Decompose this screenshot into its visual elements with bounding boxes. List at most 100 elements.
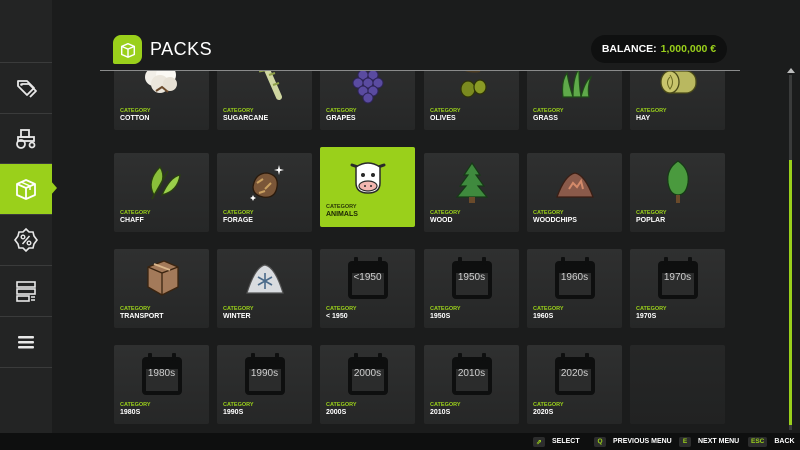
pack-tile[interactable]: 2020s CATEGORY 2020S	[527, 345, 622, 424]
calendar-text: 2010s	[457, 368, 486, 379]
category-label: CATEGORY	[533, 306, 564, 312]
tractor-icon	[16, 129, 36, 149]
category-label: CATEGORY	[533, 108, 564, 114]
select-button[interactable]: ⇗ SELECT	[533, 436, 580, 447]
previous-menu-button[interactable]: Q PREVIOUS MENU	[594, 436, 672, 447]
snowflake-icon	[217, 249, 312, 303]
active-indicator	[50, 180, 57, 196]
menu-icon	[18, 336, 34, 349]
next-menu-button[interactable]: E NEXT MENU	[679, 436, 739, 447]
pack-name: ANIMALS	[326, 211, 358, 218]
pack-tile[interactable]: 1970s CATEGORY 1970S	[630, 249, 725, 328]
pack-tile[interactable]: CATEGORY WOODCHIPS	[527, 153, 622, 232]
back-button[interactable]: ESC BACK	[748, 436, 795, 447]
pack-tile[interactable]: CATEGORY HAY	[630, 71, 725, 130]
woodchips-icon	[527, 153, 622, 207]
pack-tile[interactable]: CATEGORY WOOD	[424, 153, 519, 232]
cotton-icon	[114, 71, 209, 105]
category-label: CATEGORY	[223, 108, 254, 114]
back-key: ESC	[748, 436, 768, 447]
forage-icon	[217, 153, 312, 207]
sidebar-item-sales[interactable]	[0, 215, 52, 266]
footer-bar: ⇗ SELECT Q PREVIOUS MENU E NEXT MENU ESC…	[0, 433, 800, 450]
category-label: CATEGORY	[223, 402, 254, 408]
pack-name: OLIVES	[430, 115, 456, 122]
calendar-icon: 1970s	[630, 249, 725, 303]
pack-tile[interactable]: CATEGORY POPLAR	[630, 153, 725, 232]
pack-tile[interactable]: 1990s CATEGORY 1990S	[217, 345, 312, 424]
pack-name: SUGARCANE	[223, 115, 269, 122]
pack-name: 1970S	[636, 313, 657, 320]
scrollbar-thumb[interactable]	[789, 160, 792, 425]
balance-value: 1,000,000 €	[660, 43, 717, 55]
packs-header-icon	[113, 35, 142, 64]
hay-bale-icon	[630, 71, 725, 105]
pack-name: TRANSPORT	[120, 313, 164, 320]
category-label: CATEGORY	[223, 306, 254, 312]
calendar-icon: <1950	[320, 249, 415, 303]
grass-icon	[527, 71, 622, 105]
pack-tile-selected[interactable]: CATEGORY ANIMALS	[320, 147, 415, 230]
next-menu-key: E	[679, 436, 691, 447]
category-label: CATEGORY	[533, 210, 564, 216]
pack-name: 2000S	[326, 409, 347, 416]
pack-name: 2020S	[533, 409, 554, 416]
pack-tile[interactable]: CATEGORY WINTER	[217, 249, 312, 328]
sidebar-item-vehicles[interactable]	[0, 113, 52, 164]
pack-tile[interactable]: CATEGORY COTTON	[114, 71, 209, 130]
sidebar-item-packs[interactable]	[0, 164, 52, 215]
pack-name: GRAPES	[326, 115, 356, 122]
price-tags-icon	[17, 80, 37, 98]
cow-icon	[320, 147, 415, 201]
poplar-tree-icon	[630, 153, 725, 207]
calendar-text: 2000s	[353, 368, 382, 379]
pack-tile[interactable]: CATEGORY FORAGE	[217, 153, 312, 232]
previous-menu-label: PREVIOUS MENU	[613, 438, 672, 445]
sidebar-item-storage[interactable]	[0, 266, 52, 317]
calendar-text: 2020s	[560, 368, 589, 379]
pack-tile[interactable]: 1980s CATEGORY 1980S	[114, 345, 209, 424]
chaff-icon	[114, 153, 209, 207]
category-label: CATEGORY	[120, 402, 151, 408]
select-label: SELECT	[552, 438, 580, 445]
back-label: BACK	[774, 438, 795, 445]
pack-tile[interactable]: CATEGORY OLIVES	[424, 71, 519, 130]
packs-grid: CATEGORY COTTON CATEGORY SUGARCANE CATEG…	[100, 71, 780, 433]
category-label: CATEGORY	[326, 306, 357, 312]
pack-tile[interactable]: 1960s CATEGORY 1960S	[527, 249, 622, 328]
category-label: CATEGORY	[120, 210, 151, 216]
pack-tile[interactable]: 1950s CATEGORY 1950S	[424, 249, 519, 328]
pack-tile[interactable]: CATEGORY GRAPES	[320, 71, 415, 130]
pack-name: WOODCHIPS	[533, 217, 577, 224]
selection-indicator	[365, 227, 371, 230]
box-icon	[120, 42, 135, 58]
sidebar-item-prices[interactable]	[0, 62, 52, 114]
pack-name: COTTON	[120, 115, 150, 122]
pack-name: 2010S	[430, 409, 451, 416]
category-label: CATEGORY	[326, 204, 357, 210]
pine-tree-icon	[424, 153, 519, 207]
box-icon	[16, 179, 36, 200]
pack-tile[interactable]: CATEGORY CHAFF	[114, 153, 209, 232]
pack-tile[interactable]: CATEGORY GRASS	[527, 71, 622, 130]
category-label: CATEGORY	[636, 306, 667, 312]
pack-name: 1990S	[223, 409, 244, 416]
category-label: CATEGORY	[120, 306, 151, 312]
category-label: CATEGORY	[430, 210, 461, 216]
pack-tile[interactable]: 2000s CATEGORY 2000S	[320, 345, 415, 424]
pack-tile[interactable]: CATEGORY TRANSPORT	[114, 249, 209, 328]
scroll-up-arrow[interactable]	[787, 68, 795, 73]
sidebar-item-more[interactable]	[0, 317, 52, 368]
pack-name: < 1950	[326, 313, 348, 320]
category-label: CATEGORY	[430, 306, 461, 312]
pack-tile[interactable]: 2010s CATEGORY 2010S	[424, 345, 519, 424]
server-icon	[16, 281, 36, 302]
pack-tile[interactable]: <1950 CATEGORY < 1950	[320, 249, 415, 328]
empty-tile	[630, 345, 725, 424]
pack-tile[interactable]: CATEGORY SUGARCANE	[217, 71, 312, 130]
category-label: CATEGORY	[636, 210, 667, 216]
pack-name: 1980S	[120, 409, 141, 416]
pack-name: CHAFF	[120, 217, 144, 224]
category-label: CATEGORY	[326, 108, 357, 114]
calendar-text: 1970s	[663, 272, 692, 283]
